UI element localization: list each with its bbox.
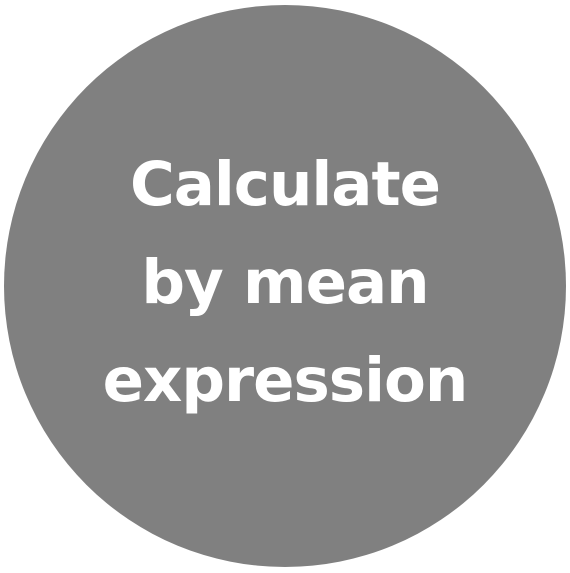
diagram-canvas: Calculate by mean expression (0, 0, 570, 573)
node-label-line-2: by mean (141, 247, 429, 318)
node-label-line-1: Calculate (129, 149, 441, 220)
node-label: Calculate by mean expression (102, 136, 469, 430)
node-circle: Calculate by mean expression (4, 5, 566, 567)
node-label-line-3: expression (102, 345, 469, 416)
